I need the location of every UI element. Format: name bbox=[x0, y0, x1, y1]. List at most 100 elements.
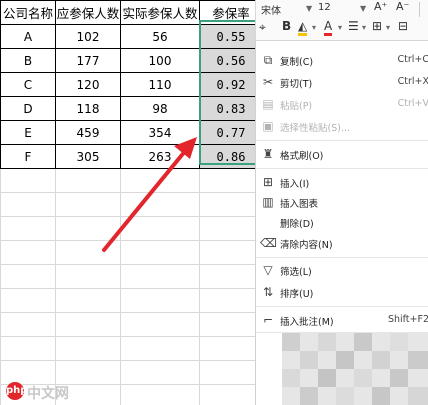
table-row: E 459 354 0.77 bbox=[0, 120, 263, 145]
chevron-down-icon[interactable]: ▾ bbox=[312, 23, 316, 32]
copy-icon: ⧉ bbox=[263, 53, 273, 67]
menu-item-label: 复制(C) bbox=[280, 57, 314, 68]
sort-icon: ⇅ bbox=[262, 285, 274, 299]
cell-required[interactable]: 102 bbox=[55, 24, 121, 49]
menu-item-paste[interactable]: ▤ 粘贴(P) Ctrl+V bbox=[256, 93, 428, 115]
menu-item-label: 插入批注(M) bbox=[280, 317, 334, 328]
menu-item-shortcut: Ctrl+V bbox=[397, 98, 428, 109]
menu-item-label: 选择性粘贴(S)... bbox=[280, 123, 351, 134]
table-row: C 120 110 0.92 bbox=[0, 72, 263, 97]
cell-required[interactable]: 120 bbox=[55, 72, 121, 97]
bold-icon[interactable]: B bbox=[282, 19, 291, 33]
cell-company[interactable]: F bbox=[0, 144, 56, 169]
watermark-text: 中文网 bbox=[27, 386, 69, 402]
menu-item-label: 删除(D) bbox=[280, 219, 314, 230]
cell-rate[interactable]: 0.86 bbox=[199, 144, 263, 169]
font-color-icon[interactable]: A bbox=[324, 19, 333, 36]
header-actual-insured[interactable]: 实际参保人数 bbox=[120, 0, 200, 25]
table-row: D 118 98 0.83 bbox=[0, 96, 263, 121]
table-row: F 305 263 0.86 bbox=[0, 144, 263, 169]
menu-item-paste-special[interactable]: ▣ 选择性粘贴(S)... bbox=[256, 115, 428, 137]
cell-actual[interactable]: 98 bbox=[120, 96, 200, 121]
header-company[interactable]: 公司名称 bbox=[0, 0, 56, 25]
menu-item-copy[interactable]: ⧉ 复制(C) Ctrl+C bbox=[256, 49, 428, 71]
menu-divider bbox=[256, 140, 428, 141]
cell-required[interactable]: 459 bbox=[55, 120, 121, 145]
align-icon[interactable]: ☰ bbox=[348, 19, 359, 33]
menu-item-label: 插入图表 bbox=[280, 199, 319, 210]
cell-company[interactable]: A bbox=[0, 24, 56, 49]
cell-required[interactable]: 305 bbox=[55, 144, 121, 169]
chevron-down-icon[interactable]: ▾ bbox=[362, 23, 366, 32]
border-icon[interactable]: ⊞ bbox=[372, 19, 382, 33]
cell-actual[interactable]: 263 bbox=[120, 144, 200, 169]
menu-item-label: 筛选(L) bbox=[280, 267, 312, 278]
cell-company[interactable]: D bbox=[0, 96, 56, 121]
header-insured-rate[interactable]: 参保率 bbox=[199, 0, 263, 25]
watermark-logo: php bbox=[6, 382, 27, 400]
cell-rate[interactable]: 0.56 bbox=[199, 48, 263, 73]
eraser-icon: ⌫ bbox=[260, 236, 277, 250]
grow-font-icon[interactable]: A⁺ bbox=[374, 0, 387, 13]
chevron-down-icon[interactable]: ▾ bbox=[386, 23, 390, 32]
menu-item-label: 剪切(T) bbox=[280, 79, 313, 90]
menu-item-filter[interactable]: ▽ 筛选(L) bbox=[256, 259, 428, 281]
merge-icon[interactable]: ⊟ bbox=[398, 19, 408, 33]
comment-icon: ⌐ bbox=[262, 313, 274, 327]
chart-icon: ▥ bbox=[262, 195, 274, 209]
menu-item-shortcut: Shift+F2 bbox=[387, 314, 428, 325]
data-table: 公司名称 应参保人数 实际参保人数 参保率 A 102 56 0.55 B 17… bbox=[0, 0, 263, 169]
paste-special-icon: ▣ bbox=[262, 119, 274, 133]
cell-rate[interactable]: 0.83 bbox=[199, 96, 263, 121]
chevron-down-icon[interactable]: ▼ bbox=[360, 4, 366, 13]
format-painter-icon: ♜ bbox=[262, 147, 274, 161]
table-header-row: 公司名称 应参保人数 实际参保人数 参保率 bbox=[0, 0, 263, 25]
cell-actual[interactable]: 100 bbox=[120, 48, 200, 73]
shrink-font-icon[interactable]: A⁻ bbox=[396, 0, 409, 13]
table-row: B 177 100 0.56 bbox=[0, 48, 263, 73]
header-required-insured[interactable]: 应参保人数 bbox=[55, 0, 121, 25]
menu-item-label: 插入(I) bbox=[280, 179, 310, 190]
pixelated-area bbox=[282, 333, 428, 405]
chevron-down-icon[interactable]: ▾ bbox=[338, 23, 342, 32]
menu-item-label: 排序(U) bbox=[280, 289, 314, 300]
fill-color-icon[interactable]: ◭ bbox=[298, 19, 308, 36]
chevron-down-icon[interactable]: ▼ bbox=[306, 4, 312, 13]
cell-actual[interactable]: 56 bbox=[120, 24, 200, 49]
cell-rate[interactable]: 0.55 bbox=[199, 24, 263, 49]
filter-icon: ▽ bbox=[263, 263, 273, 277]
menu-divider bbox=[256, 168, 428, 169]
cell-required[interactable]: 177 bbox=[55, 48, 121, 73]
cell-company[interactable]: C bbox=[0, 72, 56, 97]
menu-item-insert-chart[interactable]: ▥ 插入图表 bbox=[256, 191, 428, 213]
cell-rate[interactable]: 0.77 bbox=[199, 120, 263, 145]
toolbar-divider bbox=[419, 2, 420, 17]
menu-item-clear-contents[interactable]: ⌫ 清除内容(N) bbox=[256, 232, 428, 254]
mini-toolbar: 宋体 ▼ 12 ▼ A⁺ A⁻ ⌖ B ◭ ▾ A ▾ ☰ ▾ ⊞ ▾ ⊟ bbox=[255, 0, 428, 41]
cell-actual[interactable]: 354 bbox=[120, 120, 200, 145]
menu-item-cut[interactable]: ✂ 剪切(T) Ctrl+X bbox=[256, 71, 428, 93]
font-size-select[interactable]: 12 bbox=[318, 2, 331, 13]
menu-item-insert[interactable]: ⊞ 插入(I) bbox=[256, 171, 428, 193]
menu-item-shortcut: Ctrl+C bbox=[397, 54, 428, 65]
insert-icon: ⊞ bbox=[262, 175, 274, 189]
brush-icon[interactable]: ⌖ bbox=[259, 20, 266, 35]
cell-required[interactable]: 118 bbox=[55, 96, 121, 121]
menu-item-sort[interactable]: ⇅ 排序(U) bbox=[256, 281, 428, 303]
menu-item-shortcut: Ctrl+X bbox=[397, 76, 428, 87]
menu-item-label: 格式刷(O) bbox=[280, 151, 324, 162]
font-name-select[interactable]: 宋体 bbox=[261, 2, 281, 17]
scissors-icon: ✂ bbox=[262, 75, 274, 89]
menu-item-delete[interactable]: 删除(D) bbox=[256, 211, 428, 233]
menu-item-format-painter[interactable]: ♜ 格式刷(O) bbox=[256, 143, 428, 165]
menu-item-label: 清除内容(N) bbox=[280, 240, 333, 251]
menu-divider bbox=[256, 306, 428, 307]
menu-item-insert-comment[interactable]: ⌐ 插入批注(M) Shift+F2 bbox=[256, 309, 428, 331]
cell-rate[interactable]: 0.92 bbox=[199, 72, 263, 97]
cell-actual[interactable]: 110 bbox=[120, 72, 200, 97]
cell-company[interactable]: E bbox=[0, 120, 56, 145]
cell-company[interactable]: B bbox=[0, 48, 56, 73]
menu-divider bbox=[256, 257, 428, 258]
paste-icon: ▤ bbox=[262, 97, 274, 111]
menu-item-label: 粘贴(P) bbox=[280, 101, 313, 112]
